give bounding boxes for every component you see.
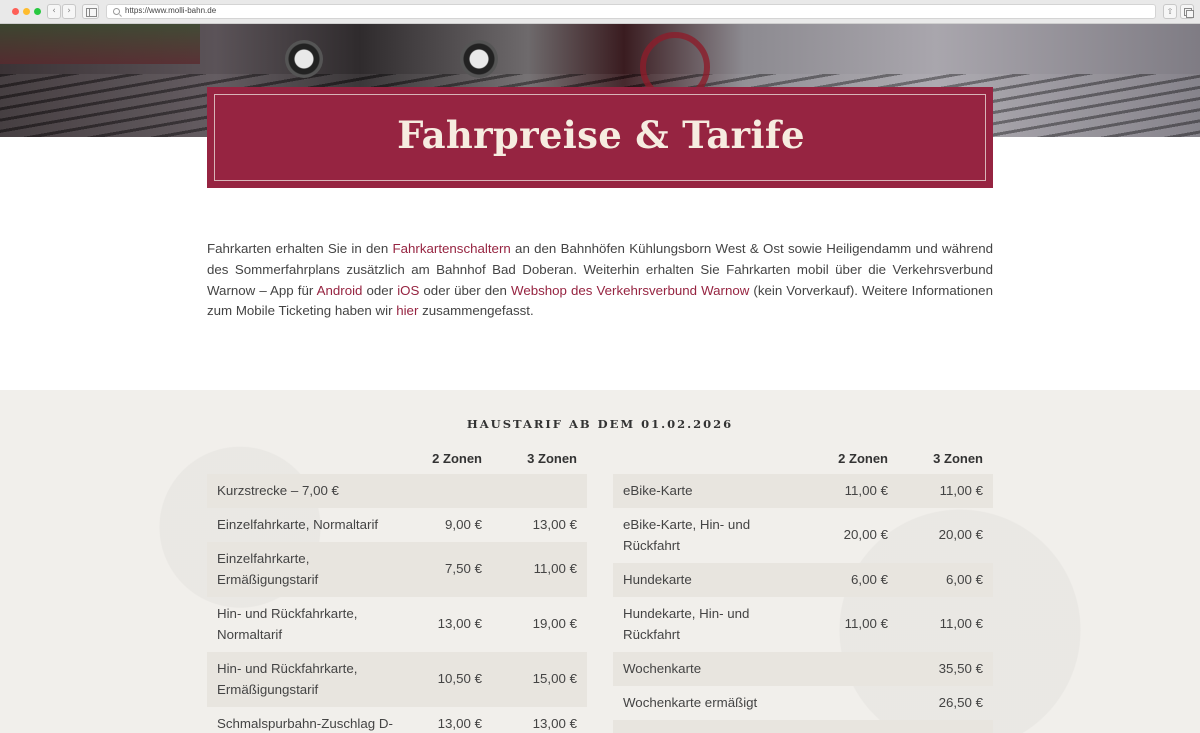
table-header: 2 Zonen 3 Zonen [207, 440, 587, 474]
share-button[interactable]: ⇧ [1163, 4, 1177, 19]
intro-text: zusammengefasst. [418, 303, 534, 319]
price-2-zonen: 6,00 € [851, 571, 888, 587]
price-2-zonen: 11,00 € [844, 482, 888, 498]
table-row: eBike-Karte 11,00 € 11,00 € [613, 474, 993, 508]
table-body: eBike-Karte 11,00 € 11,00 € eBike-Karte, Hi… [613, 474, 993, 733]
intro-paragraph: Fahrkarten erhalten Sie in den Fahrkarte… [207, 239, 993, 322]
browser-toolbar: ‹ › https://www.molli-bahn.de ⇧ [0, 0, 1200, 24]
table-row: Wochenkarte ermäßigt 26,50 € [613, 686, 993, 720]
column-header-2-zonen: 2 Zonen [432, 451, 482, 466]
price-2-zonen: 13,00 € [437, 715, 482, 731]
price-2-zonen: 9,00 € [445, 516, 482, 532]
address-bar[interactable]: https://www.molli-bahn.de [106, 4, 1156, 19]
price-3-zonen: 35,50 € [938, 660, 983, 676]
price-3-zonen: 19,00 € [532, 616, 577, 632]
price-3-zonen: 6,00 € [946, 571, 983, 587]
locomotive-lamp-icon [460, 40, 498, 78]
tariff-name: eBike-Karte, Hin- und Rückfahrt [623, 517, 751, 553]
column-header-3-zonen: 3 Zonen [527, 451, 577, 466]
price-3-zonen: 13,00 € [532, 516, 577, 532]
tabs-overview-icon[interactable] [1180, 4, 1194, 19]
hero-foliage [0, 24, 200, 64]
page-title-banner: Fahrpreise & Tarife [207, 87, 993, 188]
table-row: Hin- und Rückfahrkarte, Ermäßigungstarif… [207, 652, 587, 707]
price-3-zonen: 11,00 € [533, 561, 577, 577]
table-row: Hundekarte 6,00 € 6,00 € [613, 563, 993, 597]
tariff-name: Hin- und Rückfahrkarte, Normaltarif [217, 606, 358, 642]
page-title-frame: Fahrpreise & Tarife [214, 94, 986, 181]
tariff-name: Einzelfahrkarte, Ermäßigungstarif [217, 551, 319, 587]
tariff-name: Schmalspurbahn-Zuschlag D- [217, 715, 393, 731]
link-webshop[interactable]: Webshop des Verkehrsverbund Warnow [511, 283, 749, 298]
price-2-zonen: 7,50 € [445, 561, 482, 577]
table-row: Schmalspurbahn-Zuschlag D- 13,00 € 13,00 € [207, 707, 587, 733]
link-fahrkartenschalter[interactable]: Fahrkartenschaltern [393, 241, 511, 256]
tariff-name: Wochenkarte [623, 660, 702, 676]
tariff-name: Hin- und Rückfahrkarte, Ermäßigungstarif [217, 661, 358, 697]
tariff-section: HAUSTARIF AB DEM 01.02.2026 2 Zonen 3 Zo… [0, 390, 1200, 733]
table-row: Hundekarte, Hin- und Rückfahrt 11,00 € 11,… [613, 597, 993, 652]
maximize-window-icon[interactable] [34, 8, 41, 15]
table-row [613, 720, 993, 733]
price-3-zonen: 20,00 € [938, 527, 983, 543]
price-3-zonen: 15,00 € [532, 671, 577, 687]
tariff-name: eBike-Karte [623, 482, 693, 498]
price-2-zonen: 10,50 € [437, 671, 482, 687]
table-row: Kurzstrecke – 7,00 € [207, 474, 587, 508]
price-3-zonen: 26,50 € [938, 694, 983, 710]
locomotive-lamp-icon [285, 40, 323, 78]
tariff-name: Einzelfahrkarte, Normaltarif [217, 516, 379, 532]
sidebar-toggle-icon[interactable] [82, 4, 99, 19]
table-row: Wochenkarte 35,50 € [613, 652, 993, 686]
url-text: https://www.molli-bahn.de [125, 6, 217, 15]
column-header-2-zonen: 2 Zonen [838, 451, 888, 466]
tariff-name: Hundekarte [623, 571, 692, 587]
search-icon [113, 8, 120, 15]
tariff-name: Wochenkarte ermäßigt [623, 694, 758, 710]
tariff-table-left: 2 Zonen 3 Zonen Kurzstrecke – 7,00 € Einz… [207, 440, 587, 733]
table-row: Hin- und Rückfahrkarte, Normaltarif 13,00… [207, 597, 587, 652]
price-2-zonen: 13,00 € [437, 616, 482, 632]
intro-text: oder über den [419, 282, 512, 298]
tariff-name: Hundekarte, Hin- und Rückfahrt [623, 606, 750, 642]
back-button[interactable]: ‹ [47, 4, 61, 19]
intro-text: oder [362, 282, 398, 298]
table-header: 2 Zonen 3 Zonen [613, 440, 993, 474]
close-window-icon[interactable] [12, 8, 19, 15]
tariff-heading: HAUSTARIF AB DEM 01.02.2026 [466, 417, 734, 431]
intro-text: Fahrkarten erhalten Sie in den [207, 241, 393, 256]
link-ios[interactable]: iOS [397, 283, 419, 298]
tariff-table-right: 2 Zonen 3 Zonen eBike-Karte 11,00 € 11,00 … [613, 440, 993, 733]
price-2-zonen: 20,00 € [843, 527, 888, 543]
column-header-3-zonen: 3 Zonen [933, 451, 983, 466]
minimize-window-icon[interactable] [23, 8, 30, 15]
price-3-zonen: 11,00 € [939, 616, 983, 632]
table-row: eBike-Karte, Hin- und Rückfahrt 20,00 € 20… [613, 508, 993, 563]
forward-button[interactable]: › [62, 4, 76, 19]
page-title: Fahrpreise & Tarife [397, 113, 805, 157]
table-row: Einzelfahrkarte, Normaltarif 9,00 € 13,00 … [207, 508, 587, 542]
price-3-zonen: 11,00 € [939, 482, 983, 498]
link-android[interactable]: Android [317, 283, 363, 298]
tariff-name: Kurzstrecke – 7,00 € [217, 482, 339, 498]
table-body: Kurzstrecke – 7,00 € Einzelfahrkarte, Nor… [207, 474, 587, 733]
price-3-zonen: 13,00 € [532, 715, 577, 731]
link-hier[interactable]: hier [396, 303, 418, 318]
price-2-zonen: 11,00 € [844, 616, 888, 632]
table-row: Einzelfahrkarte, Ermäßigungstarif 7,50 € 1… [207, 542, 587, 597]
